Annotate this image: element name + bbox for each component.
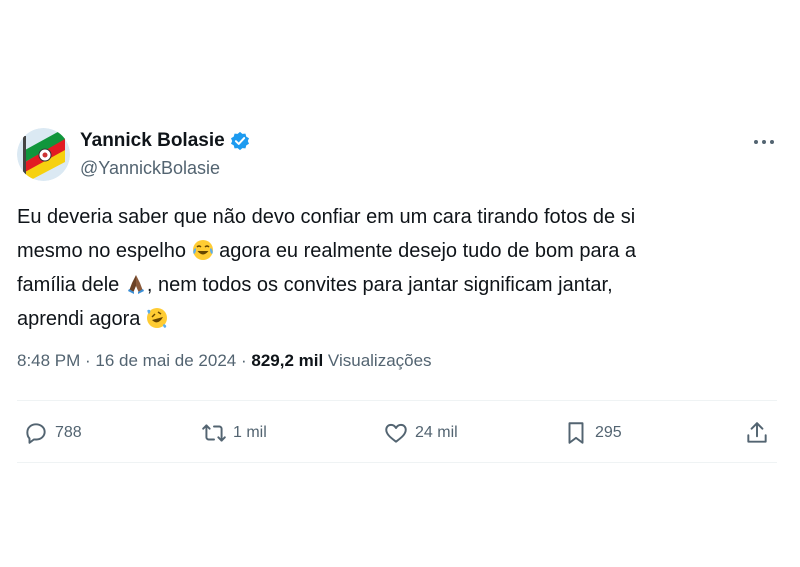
meta-separator: · [236,351,252,370]
share-button[interactable] [744,413,770,453]
divider [17,400,777,401]
bookmark-button[interactable]: 295 [563,413,622,453]
rolling-laughing-emoji-icon [146,308,167,328]
more-dot-icon [770,140,774,144]
avatar[interactable] [17,128,70,181]
tweet-line: família dele , nem todos os convites par… [17,268,777,302]
tweet-text-segment: família dele [17,274,125,296]
tweet-text: Eu deveria saber que não devo confiar em… [17,200,777,336]
author-handle[interactable]: @YannickBolasie [80,158,220,179]
like-count: 24 mil [415,424,458,441]
tweet-line: Eu deveria saber que não devo confiar em… [17,200,777,234]
more-dot-icon [762,140,766,144]
retweet-icon [202,424,226,442]
divider [17,462,777,463]
flag-avatar-icon [17,128,70,181]
tweet-time[interactable]: 8:48 PM [17,351,80,370]
tweet-text-segment: agora eu realmente desejo tudo de bom pa… [213,240,637,262]
share-icon [747,422,767,443]
bookmark-count: 295 [595,424,622,441]
tweet-text-segment: Eu deveria saber que não devo confiar em… [17,206,636,228]
bookmark-icon [568,422,584,444]
action-bar: 788 1 mil 24 mil 295 [0,413,800,453]
heart-icon [385,423,407,443]
meta-separator: · [80,351,96,370]
more-options-button[interactable] [752,134,776,150]
verified-badge-icon [230,131,249,151]
like-button[interactable]: 24 mil [383,413,458,453]
more-dot-icon [754,140,758,144]
tweet-card: Yannick Bolasie @YannickBolasie Eu dever… [0,0,800,567]
reply-icon [26,423,46,444]
tears-of-joy-emoji-icon [192,240,213,260]
views-label: Visualizações [323,351,432,370]
reply-count: 788 [55,424,82,441]
tweet-meta: 8:48 PM · 16 de mai de 2024 · 829,2 mil … [17,351,432,371]
retweet-count: 1 mil [233,424,267,441]
author-display-name[interactable]: Yannick Bolasie [80,130,225,152]
views-count[interactable]: 829,2 mil [251,351,323,370]
tweet-line: aprendi agora [17,302,777,336]
tweet-text-segment: aprendi agora [17,308,146,330]
reply-button[interactable]: 788 [23,413,82,453]
tweet-text-segment: , nem todos os convites para jantar sign… [146,274,613,296]
tweet-date[interactable]: 16 de mai de 2024 [95,351,236,370]
tweet-text-segment: mesmo no espelho [17,240,192,262]
retweet-button[interactable]: 1 mil [201,413,267,453]
tweet-line: mesmo no espelho agora eu realmente dese… [17,234,777,268]
folded-hands-emoji-icon [127,275,144,294]
author-name-row: Yannick Bolasie [80,130,250,152]
